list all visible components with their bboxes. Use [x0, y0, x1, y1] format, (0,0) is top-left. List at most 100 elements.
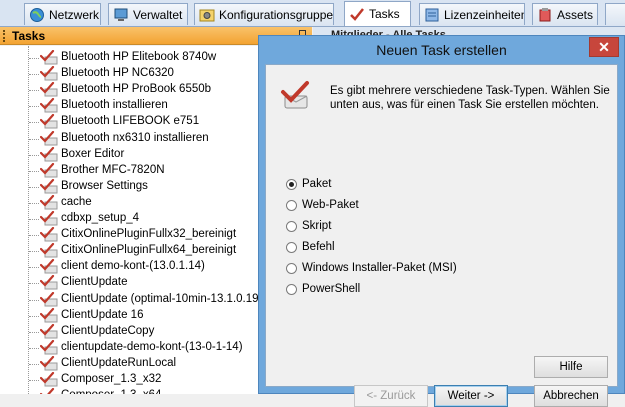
task-check-icon [40, 178, 58, 194]
tab-assets[interactable]: Assets [532, 3, 598, 25]
task-check-icon [40, 146, 58, 162]
tree-connector [29, 74, 39, 76]
tree-item-label: client demo-kont-(13.0.1.14) [61, 260, 205, 273]
tree-connector [29, 106, 39, 108]
radio-powershell[interactable] [286, 284, 297, 295]
tree-item-label: cache [61, 195, 92, 208]
task-check-icon [40, 130, 58, 145]
dialog-title: Neuen Task erstellen [376, 42, 507, 58]
tree-item-label: Bluetooth HP Elitebook 8740w [61, 51, 217, 63]
tree-connector [29, 267, 39, 269]
option-skript[interactable]: Skript [286, 219, 546, 235]
new-task-dialog: Neuen Task erstellen ✕ Es gibt mehrere v… [258, 35, 625, 407]
task-check-icon [40, 211, 58, 226]
option-msi[interactable]: Windows Installer-Paket (MSI) [286, 261, 546, 277]
tree-item-label: ClientUpdate 16 [61, 308, 144, 321]
task-check-icon [40, 114, 58, 129]
tab-label: Tasks [369, 7, 400, 21]
tab-label: Netzwerk [49, 7, 100, 22]
tree-connector [29, 299, 39, 301]
cancel-button[interactable]: Abbrechen [534, 385, 608, 407]
tree-item-label: ClientUpdate (optimal-10min-13.1.0.196) [61, 292, 269, 305]
help-button[interactable]: Hilfe [534, 356, 608, 378]
option-befehl[interactable]: Befehl [286, 240, 546, 256]
tree-item-label: Brother MFC-7820N [61, 163, 165, 176]
tree-item-label: Bluetooth LIFEBOOK e751 [61, 115, 200, 128]
tab-lizenzeinheiten[interactable]: Lizenzeinheiten [419, 3, 525, 25]
tree-item-label: Bluetooth installieren [61, 99, 168, 112]
task-check-icon [40, 162, 58, 178]
tree-connector [29, 331, 39, 333]
tree-connector [29, 90, 39, 92]
grip-icon[interactable] [3, 30, 8, 42]
tree-connector [29, 170, 39, 172]
tab-overflow[interactable] [605, 3, 625, 25]
next-button[interactable]: Weiter -> [434, 385, 508, 407]
tab-label: Verwaltet [133, 7, 183, 22]
tree-item-label: clientupdate-demo-kont-(13-0-1-14) [61, 340, 243, 353]
option-label: Windows Installer-Paket (MSI) [302, 262, 457, 274]
tab-netzwerk[interactable]: Netzwerk [24, 3, 101, 25]
dialog-intro-text: Es gibt mehrere verschiedene Task-Typen.… [330, 85, 610, 111]
tab-label: Lizenzeinheiten [444, 7, 525, 22]
task-check-icon [40, 355, 58, 371]
option-web-paket[interactable]: Web-Paket [286, 198, 546, 214]
tree-connector [29, 251, 39, 253]
tree-item-label: cdbxp_setup_4 [61, 212, 140, 224]
tree-connector [29, 186, 39, 188]
computer-icon [114, 8, 128, 21]
option-label: Skript [302, 220, 332, 232]
dialog-body: Es gibt mehrere verschiedene Task-Typen.… [265, 64, 618, 407]
tree-item-label: Bluetooth nx6310 installieren [61, 131, 209, 144]
tree-connector [29, 154, 39, 156]
radio-web-paket[interactable] [286, 200, 297, 211]
tree-connector [29, 122, 39, 124]
tree-item-label: Composer_1.3_x64 [61, 389, 161, 394]
tree-item-label: Bluetooth HP ProBook 6550b [61, 83, 212, 96]
radio-befehl[interactable] [286, 242, 297, 253]
tree-item-label: ClientUpdateCopy [61, 324, 155, 337]
tree-item-label: ClientUpdate [61, 276, 128, 289]
radio-paket[interactable] [286, 179, 297, 190]
option-paket[interactable]: Paket [286, 177, 546, 193]
task-check-icon [40, 259, 58, 274]
tree-connector [29, 315, 39, 317]
task-wizard-icon [281, 81, 309, 109]
tree-item-label: Boxer Editor [61, 147, 125, 160]
task-check-icon [40, 82, 58, 97]
tree-connector [29, 380, 39, 381]
task-check-icon [40, 98, 58, 113]
task-check-icon [40, 339, 58, 355]
tree-item-label: CitixOnlinePluginFullx32_bereinigt [61, 228, 237, 241]
tree-connector [29, 58, 39, 59]
radio-skript[interactable] [286, 221, 297, 232]
tree-connector [29, 283, 39, 285]
tree-connector [29, 363, 39, 365]
assets-icon [539, 7, 551, 21]
option-powershell[interactable]: PowerShell [286, 282, 546, 298]
task-check-icon [40, 194, 58, 210]
option-label: Befehl [302, 241, 335, 253]
main-tab-bar: Netzwerk Verwaltet Konfigurationsgruppen… [0, 0, 625, 27]
task-check-icon [40, 388, 55, 394]
tab-konfigurationsgruppen[interactable]: Konfigurationsgruppen [194, 3, 334, 25]
task-check-icon [40, 372, 58, 387]
tab-tasks[interactable]: Tasks [344, 1, 411, 26]
radio-msi[interactable] [286, 263, 297, 274]
tree-item-label: Browser Settings [61, 179, 148, 192]
task-check-icon [350, 8, 364, 21]
option-label: Paket [302, 178, 332, 190]
back-button[interactable]: <- Zurück [354, 385, 428, 407]
option-label: Web-Paket [302, 199, 359, 211]
tree-connector [29, 235, 39, 237]
tree-connector [29, 138, 39, 140]
task-check-icon [40, 243, 58, 258]
tab-label: Konfigurationsgruppen [219, 7, 334, 22]
tab-label: Assets [557, 7, 594, 22]
tree-connector [29, 347, 39, 349]
tab-verwaltet[interactable]: Verwaltet [108, 3, 188, 25]
close-button[interactable]: ✕ [589, 37, 619, 57]
tree-connector [29, 202, 39, 204]
tree-item-label: Bluetooth HP NC6320 [61, 67, 174, 80]
tree-item-label: CitixOnlinePluginFullx64_bereinigt [61, 244, 237, 257]
